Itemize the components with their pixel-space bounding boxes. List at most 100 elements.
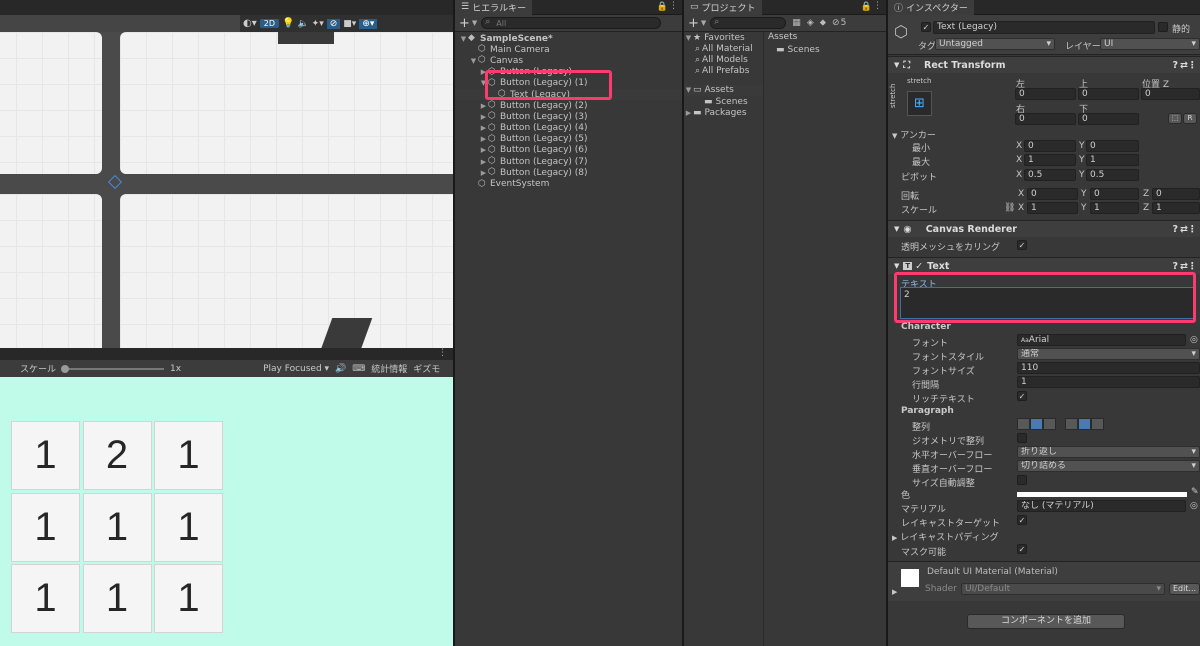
- more-icon[interactable]: ⋮: [669, 1, 678, 11]
- favorites-item[interactable]: ▼ ★ Favorites: [684, 32, 763, 43]
- lock-icon[interactable]: 🔒: [657, 2, 668, 12]
- breadcrumb[interactable]: Assets: [766, 32, 886, 44]
- more-icon[interactable]: ⋮: [1188, 224, 1198, 235]
- static-checkbox[interactable]: [1158, 22, 1168, 32]
- game-button[interactable]: 2: [82, 421, 152, 490]
- mute-icon[interactable]: 🔊: [335, 364, 346, 374]
- material-field[interactable]: なし (マテリアル): [1017, 500, 1186, 512]
- chevron-down-icon[interactable]: ▼: [469, 57, 478, 65]
- type-filter-icon[interactable]: ◈: [807, 18, 814, 28]
- stats-button[interactable]: 統計情報: [371, 362, 407, 375]
- tab-project[interactable]: ▭ プロジェクト: [684, 0, 762, 15]
- hierarchy-item[interactable]: ▶ ⬡ Button (Legacy) (7): [455, 156, 682, 167]
- more-icon[interactable]: ⋮: [1188, 60, 1198, 71]
- gizmos-icon[interactable]: ⊕▾: [359, 18, 378, 29]
- tab-inspector[interactable]: ⓘ インスペクター: [888, 0, 974, 15]
- color-field[interactable]: [1017, 492, 1187, 497]
- add-component-button[interactable]: コンポーネントを追加: [967, 614, 1125, 629]
- game-button[interactable]: 1: [11, 564, 80, 633]
- edit-shader-button[interactable]: Edit...: [1169, 583, 1200, 595]
- shading-icon[interactable]: ◐▾: [243, 18, 257, 29]
- line-spacing-field[interactable]: 1: [1017, 376, 1200, 388]
- font-field[interactable]: AaArial: [1017, 334, 1186, 346]
- rot-z-field[interactable]: 0: [1152, 188, 1200, 200]
- game-button[interactable]: 1: [154, 492, 223, 562]
- hierarchy-item[interactable]: ▶ ⬡ Button (Legacy) (8): [455, 167, 682, 178]
- chevron-right-icon[interactable]: ▶: [479, 146, 488, 154]
- scale-z-field[interactable]: 1: [1152, 202, 1200, 214]
- packages-item[interactable]: ▶ ▬ Packages: [684, 107, 763, 118]
- audio-icon[interactable]: 🔈: [297, 19, 308, 29]
- game-button[interactable]: 1: [11, 492, 80, 562]
- font-size-field[interactable]: 110: [1017, 362, 1200, 374]
- pivot-y-field[interactable]: 0.5: [1086, 169, 1139, 181]
- align-right-icon[interactable]: [1043, 418, 1056, 430]
- scale-y-field[interactable]: 1: [1090, 202, 1139, 214]
- more-icon[interactable]: ⋮: [1188, 261, 1198, 272]
- eyedropper-icon[interactable]: ✎: [1191, 487, 1199, 497]
- anchor-label[interactable]: ▼ アンカー: [892, 128, 936, 141]
- hierarchy-item[interactable]: ▶ ⬡ Button (Legacy) (5): [455, 134, 682, 145]
- hierarchy-item[interactable]: ▼ ⬡ Canvas: [455, 55, 682, 66]
- scene-canvas[interactable]: [0, 32, 453, 348]
- rot-x-field[interactable]: 0: [1027, 188, 1078, 200]
- enabled-check-icon[interactable]: ✓: [915, 261, 923, 272]
- camera-icon[interactable]: ■▾: [343, 19, 356, 29]
- font-style-dropdown[interactable]: 通常 ▾: [1017, 348, 1200, 360]
- blueprint-button[interactable]: ⬚: [1168, 113, 1182, 124]
- more-icon[interactable]: ⋮: [438, 348, 447, 358]
- horizontal-align-buttons[interactable]: [1017, 418, 1056, 430]
- chevron-right-icon[interactable]: ▶: [479, 124, 488, 132]
- add-icon[interactable]: +: [459, 16, 470, 31]
- min-x-field[interactable]: 0: [1024, 140, 1076, 152]
- anchor-preset-button[interactable]: ⊞: [907, 91, 932, 116]
- rect-transform-header[interactable]: ▼ ⛶ Rect Transform ? ⇄ ⋮: [888, 56, 1200, 73]
- object-name-field[interactable]: Text (Legacy): [933, 21, 1155, 34]
- rich-text-checkbox[interactable]: ✓: [1017, 391, 1027, 401]
- chevron-right-icon[interactable]: ▶: [479, 158, 488, 166]
- gizmos-button[interactable]: ギズモ: [413, 362, 440, 375]
- tag-dropdown[interactable]: Untagged ▾: [935, 38, 1055, 50]
- label-icon[interactable]: ⬥: [820, 18, 826, 28]
- hierarchy-item[interactable]: ▼ ◆ SampleScene*: [455, 33, 682, 44]
- tab-hierarchy[interactable]: ☰ ヒエラルキー: [455, 0, 533, 15]
- chevron-right-icon[interactable]: ▶: [479, 135, 488, 143]
- add-icon[interactable]: +: [688, 16, 699, 31]
- more-icon[interactable]: ⋮: [873, 1, 882, 11]
- align-center-icon[interactable]: [1030, 418, 1043, 430]
- align-left-icon[interactable]: [1017, 418, 1030, 430]
- best-fit-checkbox[interactable]: [1017, 475, 1027, 485]
- min-y-field[interactable]: 0: [1086, 140, 1139, 152]
- visibility-icon[interactable]: ⊘: [326, 18, 341, 29]
- raw-edit-button[interactable]: R: [1183, 113, 1197, 124]
- object-picker-icon[interactable]: ◎: [1190, 335, 1198, 345]
- favorite-item[interactable]: ⌕ All Material: [684, 43, 763, 54]
- align-middle-icon[interactable]: [1078, 418, 1091, 430]
- maskable-checkbox[interactable]: ✓: [1017, 544, 1027, 554]
- vertical-overflow-dropdown[interactable]: 切り詰める ▾: [1017, 460, 1200, 472]
- lighting-icon[interactable]: 💡: [282, 18, 294, 29]
- game-view[interactable]: ⋮ スケール 1x Play Focused ▾ 🔊 ⌨ 統計情報 ギズモ 12…: [0, 348, 453, 646]
- bottom-field[interactable]: 0: [1078, 113, 1139, 125]
- game-button[interactable]: 1: [82, 492, 152, 562]
- scene-view[interactable]: ◐▾ 2D 💡 🔈 ✦▾ ⊘ ■▾ ⊕▾: [0, 0, 453, 348]
- lock-icon[interactable]: 🔒: [861, 2, 872, 12]
- chevron-right-icon[interactable]: ▶: [479, 169, 488, 177]
- hierarchy-item[interactable]: ⬡ EventSystem: [455, 178, 682, 189]
- align-bottom-icon[interactable]: [1091, 418, 1104, 430]
- raycast-target-checkbox[interactable]: ✓: [1017, 515, 1027, 525]
- hierarchy-item[interactable]: ▶ ⬡ Button (Legacy) (4): [455, 123, 682, 134]
- rot-y-field[interactable]: 0: [1090, 188, 1139, 200]
- chevron-down-icon[interactable]: ▼: [459, 35, 468, 43]
- vertical-align-buttons[interactable]: [1065, 418, 1104, 430]
- help-icon[interactable]: ?: [1172, 224, 1178, 235]
- help-icon[interactable]: ?: [1172, 261, 1178, 272]
- help-icon[interactable]: ?: [1172, 60, 1178, 71]
- left-field[interactable]: 0: [1015, 88, 1076, 100]
- game-button[interactable]: 1: [82, 564, 152, 633]
- assets-item[interactable]: ▼ ▭ Assets: [684, 84, 763, 96]
- tree-item-scenes[interactable]: ▬ Scenes: [684, 96, 763, 107]
- link-icon[interactable]: ⛓: [1004, 203, 1015, 213]
- hierarchy-search[interactable]: All: [481, 17, 662, 29]
- top-field[interactable]: 0: [1078, 88, 1139, 100]
